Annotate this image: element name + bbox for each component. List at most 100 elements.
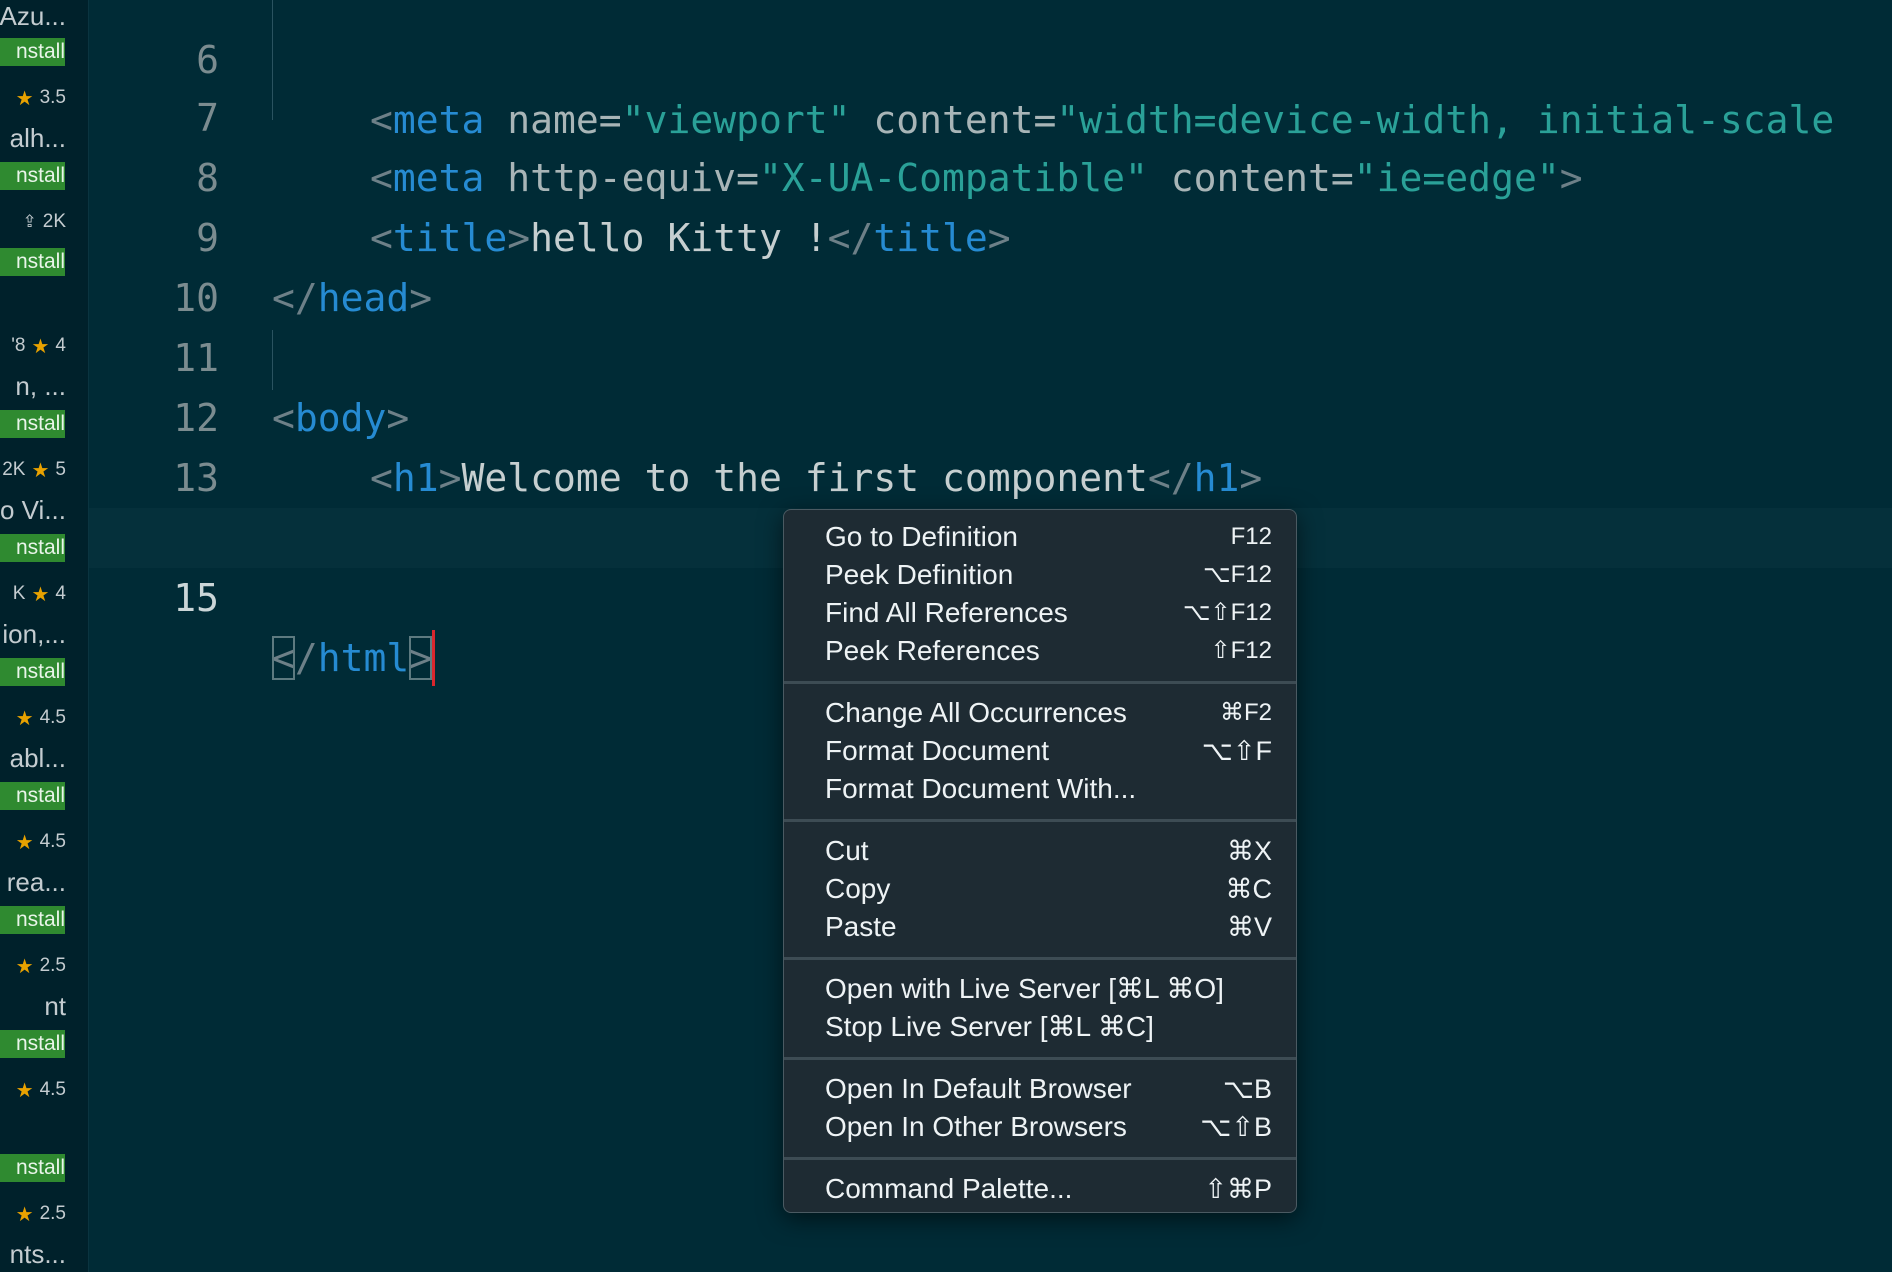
- code-line-13[interactable]: 13 </body>: [89, 388, 1892, 560]
- extension-description: Azu...: [0, 1, 66, 31]
- extension-meta: ★ 2.5: [16, 1202, 66, 1226]
- extension-meta: ★ 4.5: [16, 830, 66, 854]
- menu-item-shortcut: ⌥F12: [1202, 561, 1272, 588]
- menu-item-peek-definition[interactable]: Peek Definition ⌥F12: [784, 556, 1296, 594]
- star-icon: ★: [15, 707, 34, 730]
- menu-item-format-document-with[interactable]: Format Document With...: [784, 770, 1296, 808]
- menu-item-shortcut: ⌘C: [1225, 874, 1273, 904]
- rating-value: 4: [55, 583, 66, 604]
- star-icon: ★: [31, 583, 50, 606]
- menu-item-command-palette[interactable]: Command Palette... ⇧⌘P: [784, 1170, 1296, 1208]
- menu-item-label: Cut: [825, 835, 869, 866]
- install-button[interactable]: nstall: [0, 248, 65, 276]
- install-button[interactable]: nstall: [0, 38, 65, 66]
- rating-value: 2.5: [39, 955, 66, 976]
- menu-item-shortcut: ⌘F2: [1219, 699, 1272, 726]
- extension-description: alh...: [9, 123, 66, 153]
- star-icon: ★: [31, 459, 50, 482]
- tag-name: html: [317, 636, 410, 680]
- rating-value: 4.5: [39, 707, 66, 728]
- extension-meta: ⇪ 2K: [23, 210, 67, 234]
- editor-context-menu: Go to Definition F12 Peek Definition ⌥F12 Fi…: [783, 509, 1297, 1213]
- extensions-sidebar: Azu... nstall ★ 3.5 alh... nstall ⇪ 2K nstall '…: [0, 0, 89, 1272]
- extension-meta: ★ 4.5: [16, 706, 66, 730]
- extension-description: abl...: [9, 743, 66, 773]
- menu-item-paste[interactable]: Paste ⌘V: [784, 908, 1296, 946]
- menu-item-find-all-references[interactable]: Find All References ⌥⇧F12: [784, 594, 1296, 632]
- extension-description: o Vi...: [0, 495, 66, 525]
- code-line-14[interactable]: 14: [89, 448, 1892, 560]
- menu-item-shortcut: ⌥⇧F: [1201, 736, 1272, 766]
- menu-item-shortcut: ⌥⇧B: [1200, 1112, 1272, 1142]
- menu-item-shortcut: ⌥⇧F12: [1182, 599, 1272, 626]
- code-line-9[interactable]: 9 </head>: [89, 148, 1892, 320]
- menu-item-copy[interactable]: Copy ⌘C: [784, 870, 1296, 908]
- star-icon: ★: [15, 1203, 34, 1226]
- code-line-8[interactable]: 8 <title>hello Kitty !</title>: [89, 88, 1892, 260]
- code-editor[interactable]: 6 <meta name="viewport" content="width=d…: [89, 0, 1892, 1272]
- rating-value: 2.5: [39, 1203, 66, 1224]
- install-button[interactable]: nstall: [0, 162, 65, 190]
- code-line-12[interactable]: 12 <h1>Welcome to the first component</h…: [89, 328, 1892, 500]
- extension-description: nts...: [9, 1239, 66, 1269]
- menu-item-open-in-default-browser[interactable]: Open In Default Browser ⌥B: [784, 1070, 1296, 1108]
- download-count: 2K: [2, 459, 26, 480]
- rating-value: 5: [55, 459, 66, 480]
- install-button[interactable]: nstall: [0, 410, 65, 438]
- install-button[interactable]: nstall: [0, 1154, 65, 1182]
- star-icon: ★: [15, 955, 34, 978]
- menu-item-cut[interactable]: Cut ⌘X: [784, 832, 1296, 870]
- menu-item-peek-references[interactable]: Peek References ⇧F12: [784, 632, 1296, 670]
- extension-description: nt: [44, 991, 66, 1021]
- menu-item-label: Change All Occurrences: [825, 697, 1127, 728]
- menu-item-open-with-live-server-l-o[interactable]: Open with Live Server [⌘L ⌘O]: [784, 970, 1296, 1008]
- download-count: K: [12, 583, 26, 604]
- menu-item-shortcut: ⇧⌘P: [1204, 1174, 1272, 1204]
- menu-item-shortcut: ⇧F12: [1210, 637, 1272, 664]
- menu-item-label: Go to Definition: [825, 521, 1018, 552]
- extension-description: rea...: [6, 867, 66, 897]
- code-line-6[interactable]: 6 <meta name="viewport" content="width=d…: [89, 0, 1892, 142]
- extension-meta: ★ 4.5: [16, 1078, 66, 1102]
- menu-item-shortcut: ⌘V: [1226, 912, 1272, 942]
- menu-item-label: Open In Other Browsers: [825, 1111, 1127, 1142]
- menu-item-shortcut: ⌘X: [1226, 836, 1272, 866]
- extension-meta: 2K ★ 5: [2, 458, 66, 482]
- install-button[interactable]: nstall: [0, 534, 65, 562]
- matching-bracket: >: [409, 636, 433, 680]
- rating-value: 2K: [42, 211, 66, 232]
- code-line-10[interactable]: 10: [89, 208, 1892, 320]
- code-line-11[interactable]: 11 <body>: [89, 268, 1892, 440]
- menu-separator: [784, 1057, 1296, 1060]
- menu-separator: [784, 819, 1296, 822]
- extension-meta: ★ 3.5: [16, 86, 66, 110]
- install-button[interactable]: nstall: [0, 1030, 65, 1058]
- menu-item-shortcut: ⌥B: [1222, 1074, 1272, 1104]
- code-line-7[interactable]: 7 <meta http-equiv="X-UA-Compatible" con…: [89, 28, 1892, 200]
- extension-description: ion,...: [2, 619, 66, 649]
- menu-item-label: Format Document: [825, 735, 1050, 766]
- rating-value: 3.5: [39, 87, 66, 108]
- rating-value: 4: [55, 335, 66, 356]
- text-cursor: [432, 629, 436, 686]
- menu-item-format-document[interactable]: Format Document ⌥⇧F: [784, 732, 1296, 770]
- menu-item-go-to-definition[interactable]: Go to Definition F12: [784, 518, 1296, 556]
- rating-value: 4.5: [39, 1079, 66, 1100]
- install-button[interactable]: nstall: [0, 906, 65, 934]
- install-button[interactable]: nstall: [0, 658, 65, 686]
- menu-item-label: Find All References: [825, 597, 1068, 628]
- matching-bracket: <: [272, 636, 295, 680]
- rating-value: 4.5: [39, 831, 66, 852]
- download-count: '8: [11, 335, 26, 356]
- star-icon: ★: [15, 87, 34, 110]
- extension-meta: '8 ★ 4: [11, 334, 66, 358]
- extension-meta: ★ 2.5: [16, 954, 66, 978]
- menu-separator: [784, 681, 1296, 684]
- menu-item-change-all-occurrences[interactable]: Change All Occurrences ⌘F2: [784, 694, 1296, 732]
- menu-item-label: Stop Live Server [⌘L ⌘C]: [825, 1011, 1154, 1042]
- menu-item-open-in-other-browsers[interactable]: Open In Other Browsers ⌥⇧B: [784, 1108, 1296, 1146]
- star-icon: ★: [15, 1079, 34, 1102]
- menu-item-stop-live-server-l-c[interactable]: Stop Live Server [⌘L ⌘C]: [784, 1008, 1296, 1046]
- install-button[interactable]: nstall: [0, 782, 65, 810]
- menu-item-label: Peek Definition: [825, 559, 1014, 590]
